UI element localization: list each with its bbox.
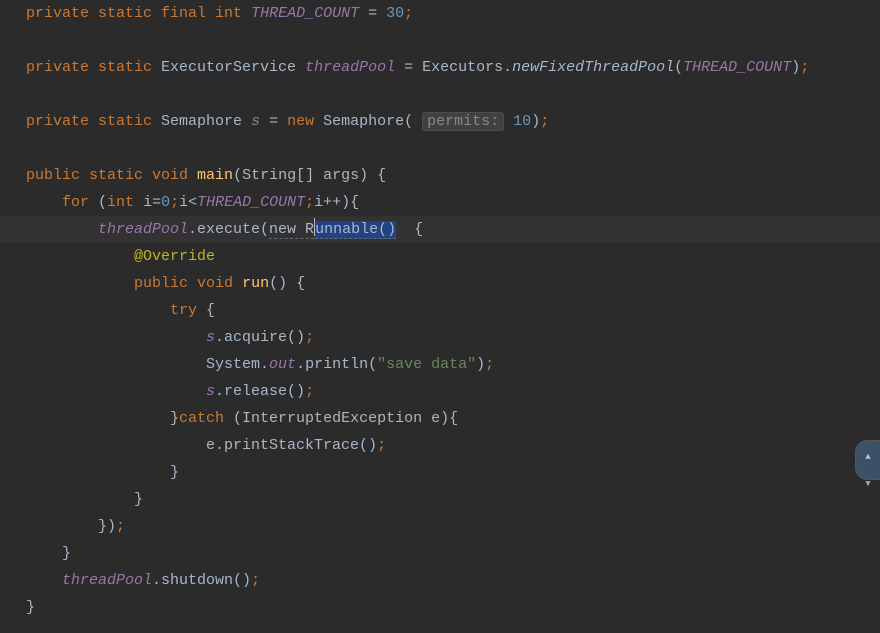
arrow-down-icon[interactable] (865, 471, 870, 498)
arrow-up-icon[interactable] (865, 444, 870, 471)
static-method: newFixedThreadPool (512, 59, 674, 76)
code-line[interactable]: private static final int THREAD_COUNT = … (0, 0, 880, 27)
navigation-widget[interactable] (855, 440, 880, 480)
code-line-empty[interactable] (0, 81, 880, 108)
code-line[interactable]: }); (0, 513, 880, 540)
parameter-hint: permits: (422, 112, 504, 131)
string-literal: "save data" (377, 356, 476, 373)
annotation-override: @Override (134, 248, 215, 265)
keyword: public static void (26, 167, 188, 184)
keyword-int: int (107, 194, 134, 211)
number-literal: 10 (513, 113, 531, 130)
text-caret (314, 218, 315, 236)
code-line[interactable]: try { (0, 297, 880, 324)
code-line[interactable]: public void run() { (0, 270, 880, 297)
field-semaphore: s (206, 329, 215, 346)
selection-text: unnable() (315, 221, 396, 239)
selection-text: new R (269, 221, 314, 239)
method-main: main (197, 167, 233, 184)
code-line[interactable]: s.release(); (0, 378, 880, 405)
field-threadpool: threadPool (62, 572, 152, 589)
keyword-try: try (170, 302, 197, 319)
code-line[interactable]: } (0, 459, 880, 486)
code-line-empty[interactable] (0, 135, 880, 162)
keyword: private static (26, 59, 152, 76)
keyword-new: new (287, 113, 314, 130)
keyword-for: for (62, 194, 89, 211)
code-line[interactable]: private static ExecutorService threadPoo… (0, 54, 880, 81)
field-thread-count: THREAD_COUNT (251, 5, 359, 22)
code-line[interactable]: s.acquire(); (0, 324, 880, 351)
keyword-catch: catch (179, 410, 224, 427)
keyword: public void (134, 275, 233, 292)
code-line[interactable]: }catch (InterruptedException e){ (0, 405, 880, 432)
keyword: private static final int (26, 5, 242, 22)
code-line[interactable]: threadPool.shutdown(); (0, 567, 880, 594)
number-literal: 30 (386, 5, 404, 22)
field-threadpool: threadPool (305, 59, 395, 76)
field-semaphore: s (206, 383, 215, 400)
code-line[interactable]: } (0, 486, 880, 513)
code-line[interactable]: @Override (0, 243, 880, 270)
code-line[interactable]: private static Semaphore s = new Semapho… (0, 108, 880, 135)
code-line[interactable]: } (0, 594, 880, 621)
field-threadpool: threadPool (98, 221, 188, 238)
code-line[interactable]: } (0, 540, 880, 567)
code-line[interactable]: public static void main(String[] args) { (0, 162, 880, 189)
field-semaphore: s (251, 113, 260, 130)
code-line-empty[interactable] (0, 27, 880, 54)
keyword: private static (26, 113, 152, 130)
field-ref-thread-count: THREAD_COUNT (197, 194, 305, 211)
code-editor[interactable]: private static final int THREAD_COUNT = … (0, 0, 880, 621)
code-line[interactable]: e.printStackTrace(); (0, 432, 880, 459)
field-out: out (269, 356, 296, 373)
code-line[interactable]: for (int i=0;i<THREAD_COUNT;i++){ (0, 189, 880, 216)
code-line-current[interactable]: threadPool.execute(new Runnable() { (0, 216, 880, 243)
field-ref-thread-count: THREAD_COUNT (683, 59, 791, 76)
method-run: run (242, 275, 269, 292)
code-line[interactable]: System.out.println("save data"); (0, 351, 880, 378)
